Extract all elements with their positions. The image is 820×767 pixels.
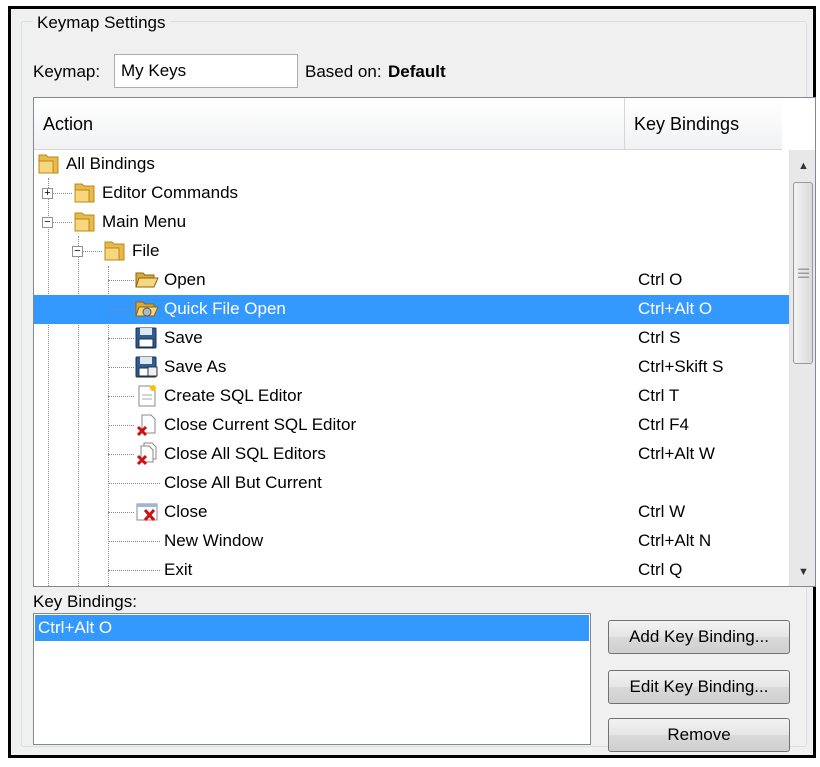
tree-connector <box>108 367 134 368</box>
tree-connector <box>108 309 134 310</box>
tree-row-close[interactable]: Close Ctrl W <box>34 498 789 527</box>
tree-row-open[interactable]: Open Ctrl O <box>34 266 789 295</box>
tree-row-label: Save As <box>164 357 227 376</box>
tree-row-key-binding: Ctrl W <box>638 502 686 521</box>
column-header-key-bindings[interactable]: Key Bindings <box>625 98 782 150</box>
tree-row-label: Main Menu <box>102 212 187 231</box>
scrollbar-thumb[interactable]: — — — <box>793 182 813 364</box>
tree-row-label: Open <box>164 270 206 289</box>
tree-row-partial[interactable]: Edit <box>34 585 789 586</box>
tree-row-key-binding: Ctrl+Skift S <box>638 357 724 376</box>
tree-connector <box>108 396 134 397</box>
keymap-label: Keymap: <box>33 62 101 81</box>
floppy-disk-icon <box>134 326 160 355</box>
expand-plus-icon[interactable]: + <box>42 188 53 199</box>
tree-row-label: Quick File Open <box>164 299 286 318</box>
tree-row-all-bindings[interactable]: All Bindings <box>34 150 789 179</box>
new-document-icon <box>134 384 160 413</box>
tree-row-label: Close All SQL Editors <box>164 444 326 463</box>
edit-key-binding-button[interactable]: Edit Key Binding... <box>608 670 790 704</box>
folder-icon <box>72 181 98 210</box>
tree-row-key-binding: Ctrl F4 <box>638 415 689 434</box>
tree-connector <box>108 425 134 426</box>
action-tree[interactable]: Action Key Bindings All Bindings + Editor … <box>33 97 816 587</box>
close-documents-icon <box>134 442 160 471</box>
collapse-minus-icon[interactable]: − <box>42 217 53 228</box>
keymap-settings-window: Keymap Settings Keymap: Based on: Defaul… <box>8 6 816 758</box>
collapse-minus-icon[interactable]: − <box>72 246 83 257</box>
tree-row-quick-file-open[interactable]: Quick File Open Ctrl+Alt O <box>34 295 789 324</box>
open-folder-icon <box>134 268 160 297</box>
tree-row-key-binding: Ctrl O <box>638 270 683 289</box>
tree-row-close-all-but-current[interactable]: Close All But Current <box>34 469 789 498</box>
tree-row-key-binding: Ctrl+Alt W <box>638 444 715 463</box>
based-on-value: Default <box>388 62 446 81</box>
tree-row-key-binding: Ctrl T <box>638 386 680 405</box>
tree-row-label: Exit <box>164 560 193 579</box>
save-as-icon <box>134 355 160 384</box>
tree-connector <box>108 570 160 571</box>
tree-header: Action Key Bindings <box>34 98 782 150</box>
tree-row-file[interactable]: − File <box>34 237 789 266</box>
grip-icon: — — — <box>798 263 809 283</box>
tree-row-key-binding: Ctrl Q <box>638 560 683 579</box>
folder-icon <box>102 239 128 268</box>
tree-row-label: File <box>132 241 160 260</box>
tree-connector <box>108 512 134 513</box>
close-window-icon <box>134 500 160 529</box>
tree-row-label: Close <box>164 502 208 521</box>
add-key-binding-button[interactable]: Add Key Binding... <box>608 620 790 654</box>
based-on-label: Based on: <box>305 62 382 81</box>
tree-connector <box>108 483 160 484</box>
tree-scrollbar[interactable]: ▲ — — — ▼ <box>789 150 815 586</box>
tree-row-label: All Bindings <box>66 154 155 173</box>
tree-connector <box>108 338 134 339</box>
folder-icon <box>36 152 62 181</box>
tree-rows: All Bindings + Editor Commands − Main Menu − F… <box>34 150 789 586</box>
tree-row-label: Create SQL Editor <box>164 386 303 405</box>
tree-row-label: Editor Commands <box>102 183 239 202</box>
tree-row-label: Close All But Current <box>164 473 322 492</box>
key-bindings-list[interactable]: Ctrl+Alt O <box>33 613 591 745</box>
tree-connector <box>108 280 134 281</box>
tree-row-key-binding: Ctrl S <box>638 328 681 347</box>
folder-icon <box>72 210 98 239</box>
quick-open-icon <box>134 297 160 326</box>
scroll-up-arrow-icon[interactable]: ▲ <box>790 154 815 178</box>
tree-row-save-as[interactable]: Save As Ctrl+Skift S <box>34 353 789 382</box>
group-title: Keymap Settings <box>33 13 170 33</box>
key-bindings-label: Key Bindings: <box>33 592 137 611</box>
tree-connector <box>108 541 160 542</box>
tree-connector <box>108 454 134 455</box>
close-document-icon <box>134 413 160 442</box>
tree-row-key-binding: Ctrl+Alt N <box>638 531 712 550</box>
scroll-down-arrow-icon[interactable]: ▼ <box>790 560 815 584</box>
tree-row-editor-commands[interactable]: + Editor Commands <box>34 179 789 208</box>
key-binding-item[interactable]: Ctrl+Alt O <box>35 615 589 641</box>
tree-row-label: Close Current SQL Editor <box>164 415 357 434</box>
remove-button[interactable]: Remove <box>608 718 790 752</box>
tree-row-exit[interactable]: Exit Ctrl Q <box>34 556 789 585</box>
tree-row-close-all-sql-editors[interactable]: Close All SQL Editors Ctrl+Alt W <box>34 440 789 469</box>
keymap-name-input[interactable] <box>114 54 298 88</box>
tree-row-save[interactable]: Save Ctrl S <box>34 324 789 353</box>
tree-row-label: New Window <box>164 531 264 550</box>
tree-row-create-sql-editor[interactable]: Create SQL Editor Ctrl T <box>34 382 789 411</box>
tree-row-new-window[interactable]: New Window Ctrl+Alt N <box>34 527 789 556</box>
tree-row-label: Save <box>164 328 203 347</box>
tree-row-main-menu[interactable]: − Main Menu <box>34 208 789 237</box>
column-header-action[interactable]: Action <box>34 98 624 150</box>
tree-row-key-binding: Ctrl+Alt O <box>638 299 713 318</box>
tree-row-close-current-sql-editor[interactable]: Close Current SQL Editor Ctrl F4 <box>34 411 789 440</box>
